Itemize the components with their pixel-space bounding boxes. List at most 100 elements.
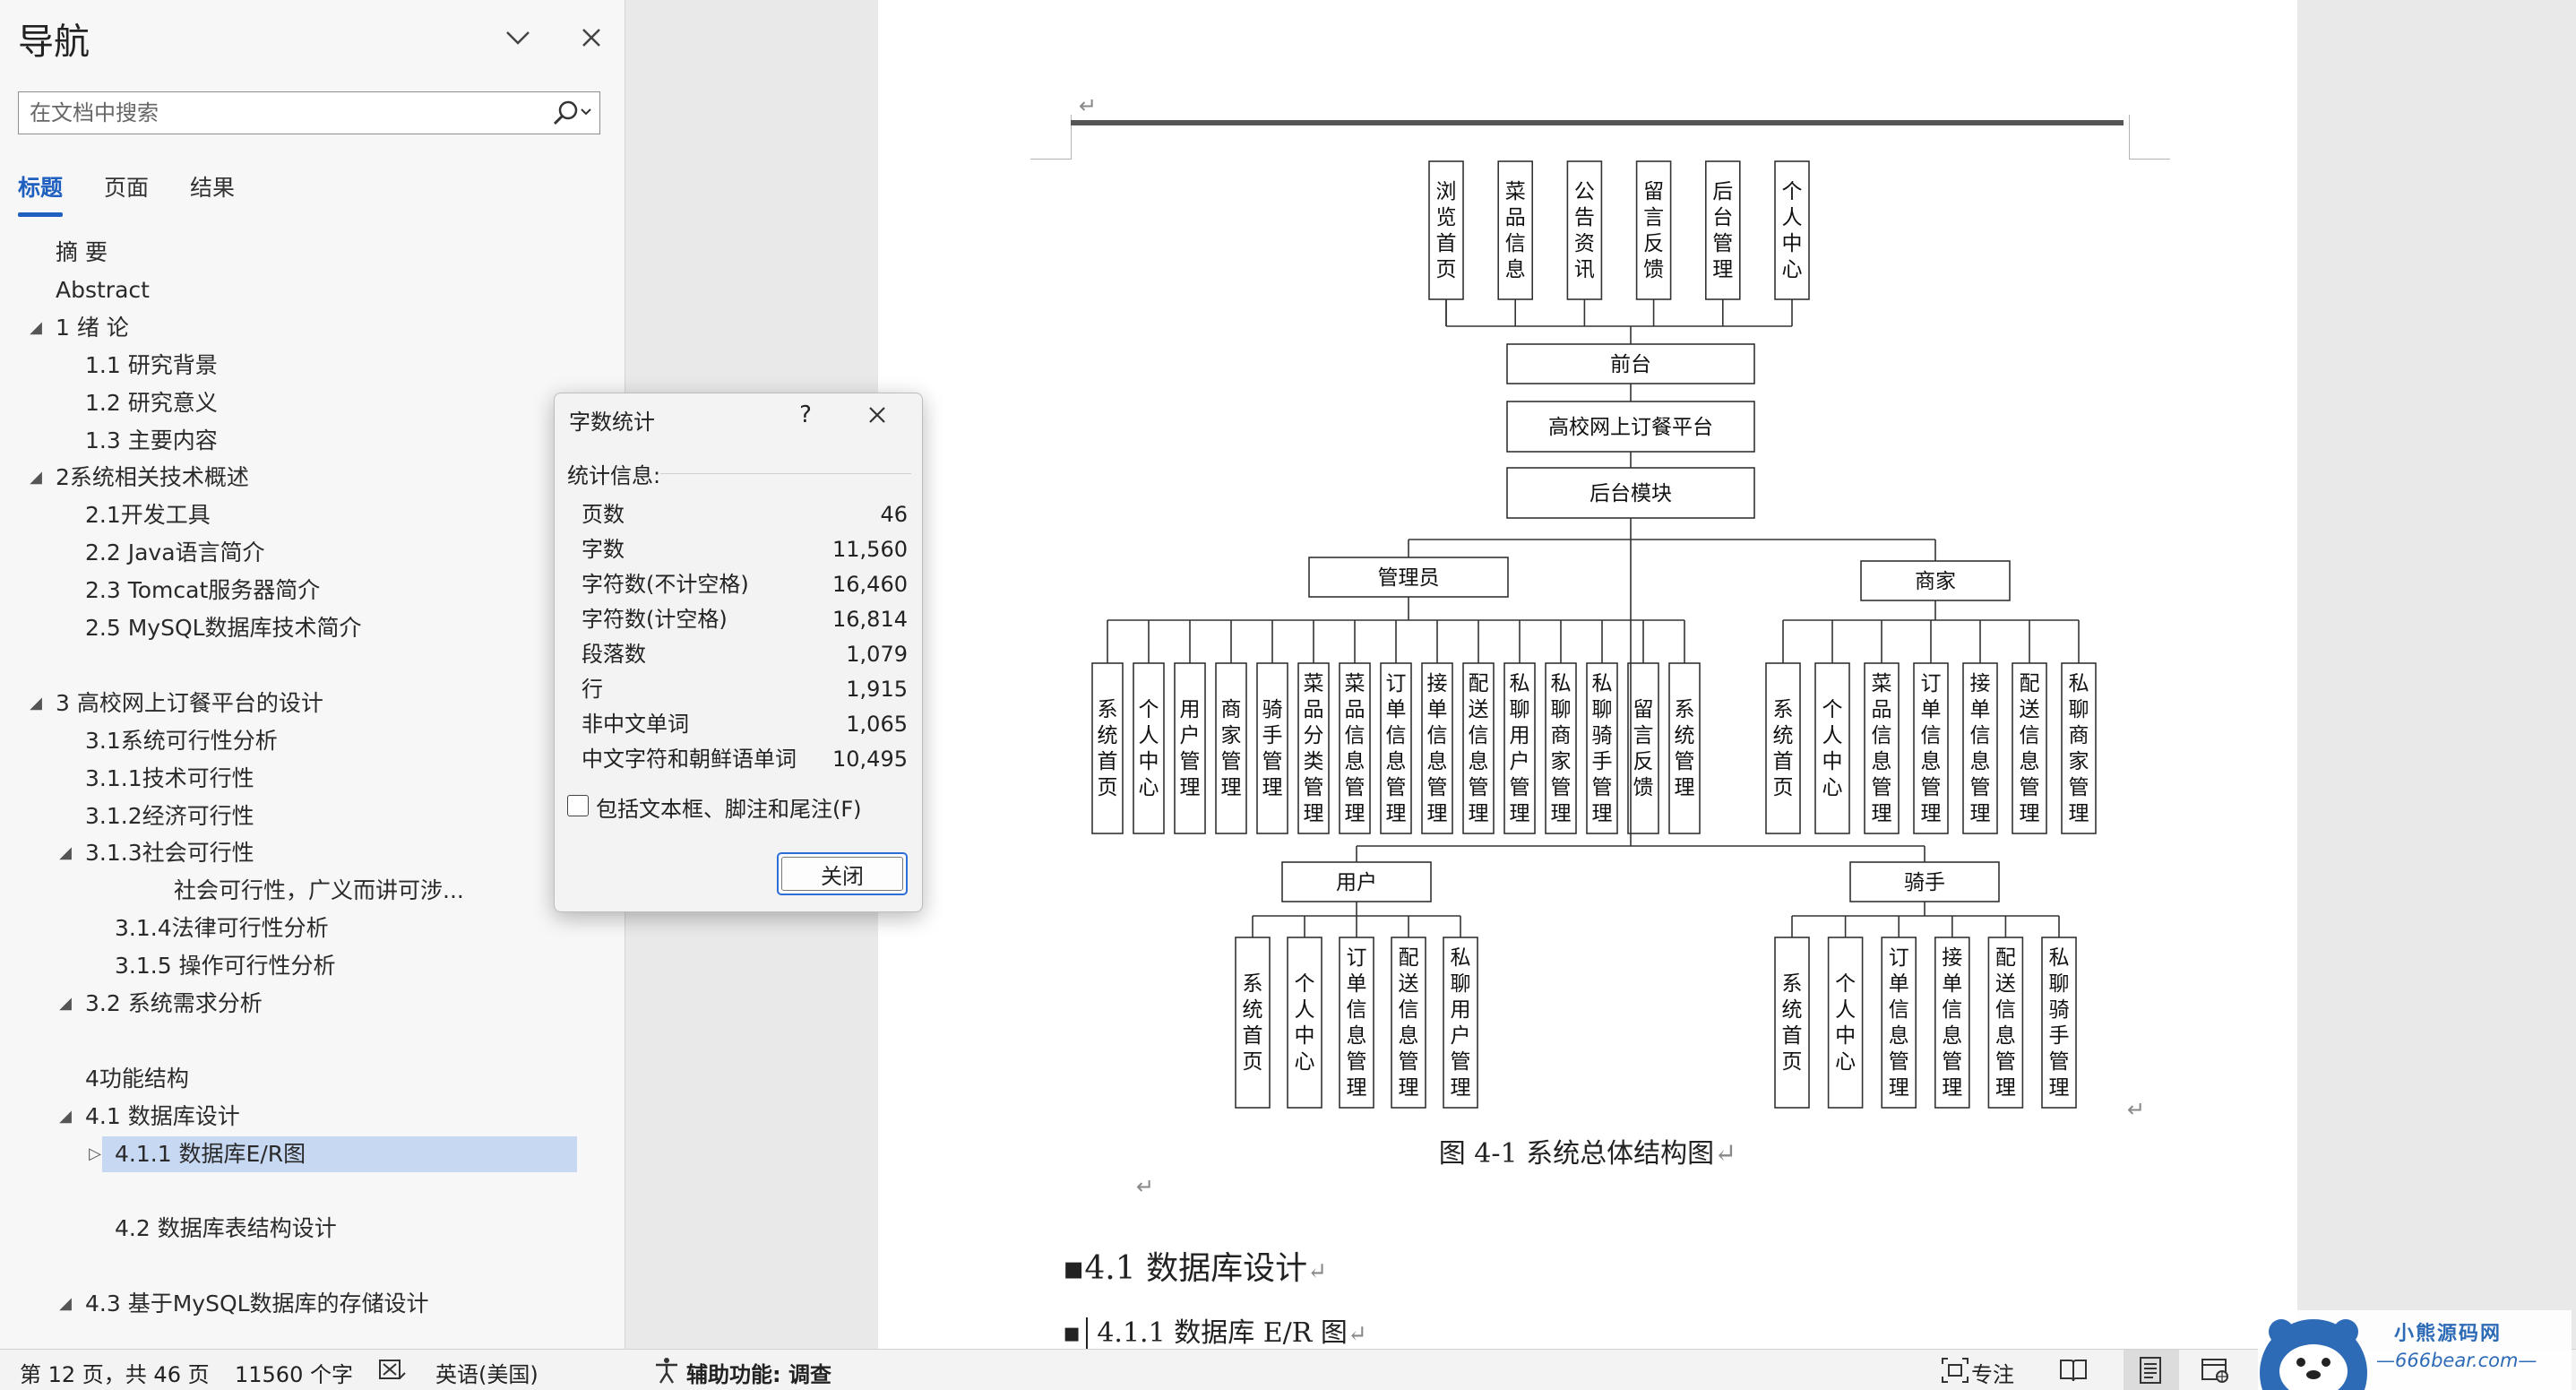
- frontend-box-label: 前台: [1610, 353, 1651, 376]
- outline-item[interactable]: 2.5 MySQL数据库技术简介: [85, 612, 362, 644]
- close-button[interactable]: 关闭: [777, 852, 908, 895]
- outline-item[interactable]: 3.1.2经济可行性: [85, 800, 254, 833]
- accessibility-icon[interactable]: [650, 1355, 683, 1386]
- word-count-indicator[interactable]: 11560 个字: [235, 1357, 353, 1388]
- admin-function-box: 系统首页: [1091, 662, 1124, 834]
- language-indicator[interactable]: 英语(美国): [435, 1357, 538, 1388]
- admin-function-box: 私聊用户管理: [1503, 662, 1536, 834]
- statistic-value: 1,079: [846, 642, 908, 667]
- outline-item[interactable]: 1.1 研究背景: [85, 350, 218, 382]
- outline-item[interactable]: 2.1开发工具: [85, 499, 211, 531]
- outline-item[interactable]: ◢ 3 高校网上订餐平台的设计: [30, 687, 323, 720]
- statistic-value: 10,495: [832, 747, 908, 772]
- statistic-row: 字符数(计空格) 16,814: [582, 602, 908, 636]
- statistic-row: 中文字符和朝鲜语单词 10,495: [582, 742, 908, 776]
- collapse-triangle-icon[interactable]: ◢: [27, 462, 45, 494]
- focus-mode-icon[interactable]: [1939, 1355, 1971, 1386]
- outline-item[interactable]: 1.2 研究意义: [85, 387, 218, 419]
- nav-search-input[interactable]: [19, 92, 521, 134]
- outline-item[interactable]: ◢ 4.1 数据库设计: [59, 1101, 240, 1133]
- accessibility-status[interactable]: 辅助功能: 调查: [686, 1357, 831, 1388]
- outline-item-label: 4.1 数据库设计: [85, 1102, 240, 1129]
- user-function-box: 订单信息管理: [1339, 937, 1374, 1109]
- collapse-triangle-icon[interactable]: ◢: [56, 988, 74, 1020]
- outline-item[interactable]: 4.2 数据库表结构设计: [115, 1213, 337, 1245]
- include-textboxes-checkbox[interactable]: [567, 795, 589, 816]
- admin-function-box: 菜品信息管理: [1339, 662, 1371, 834]
- watermark-url: —666bear.com—: [2376, 1350, 2537, 1371]
- tab-results[interactable]: 结果: [190, 170, 235, 203]
- dialog-close-icon[interactable]: [859, 397, 895, 433]
- paragraph-mark: ↵: [2127, 1097, 2146, 1122]
- outline-item-label: 2.3 Tomcat服务器简介: [85, 577, 321, 604]
- word-count-dialog: 字数统计 ? 统计信息: 页数 46 字数 11,560 字符数(不计空格) 16,460…: [554, 393, 923, 912]
- collapse-triangle-icon[interactable]: ◢: [56, 837, 74, 869]
- outline-item[interactable]: 摘 要: [56, 237, 108, 269]
- top-module-box: 留言反馈: [1635, 160, 1672, 300]
- outline-item-label: 1 绪 论: [56, 314, 129, 341]
- outline-item[interactable]: ▷ 4.1.1 数据库E/R图: [89, 1138, 306, 1170]
- heading-4-1-1: ▪ 4.1.1 数据库 E/R 图↵: [1063, 1317, 1367, 1349]
- read-mode-icon[interactable]: [2057, 1355, 2089, 1386]
- document-page[interactable]: ↵ 浏览首页 菜品信息 公告资讯 留言反馈 后台管理 个人中心 前台 高校网上订餐平台 后台模块…: [878, 0, 2297, 1349]
- paragraph-mark: ↵: [1714, 1138, 1737, 1170]
- admin-function-box: 系统管理: [1668, 662, 1701, 834]
- nav-options-chevron-icon[interactable]: [500, 20, 536, 56]
- section-divider: [660, 473, 911, 474]
- outline-item[interactable]: ◢ 1 绪 论: [30, 312, 129, 344]
- paragraph-mark: ↵: [1347, 1321, 1367, 1348]
- help-icon[interactable]: ?: [788, 397, 823, 433]
- outline-item[interactable]: 2.2 Java语言简介: [85, 537, 265, 569]
- admin-function-box: 配送信息管理: [1462, 662, 1495, 834]
- outline-item[interactable]: 社会可行性，广义而讲可涉...: [174, 875, 464, 907]
- outline-item[interactable]: ◢ 4.3 基于MySQL数据库的存储设计: [59, 1288, 428, 1320]
- outline-item-label: 3.1.1技术可行性: [85, 764, 254, 791]
- outline-item[interactable]: 1.3 主要内容: [85, 425, 218, 457]
- web-layout-icon[interactable]: [2199, 1355, 2231, 1386]
- statistic-value: 16,814: [832, 607, 908, 632]
- statistic-row: 页数 46: [582, 497, 908, 531]
- rider-function-box: 订单信息管理: [1881, 937, 1917, 1109]
- merchant-function-box: 私聊商家管理: [2061, 662, 2097, 834]
- outline-item-label: 2.1开发工具: [85, 502, 211, 529]
- outline-item-label: 摘 要: [56, 239, 108, 265]
- outline-item-label: 社会可行性，广义而讲可涉...: [174, 877, 464, 904]
- statistic-label: 字数: [582, 537, 625, 562]
- outline-item[interactable]: 2.3 Tomcat服务器简介: [85, 574, 320, 607]
- statistic-label: 页数: [582, 502, 625, 527]
- merchant-function-box: 个人中心: [1814, 662, 1850, 834]
- nav-close-icon[interactable]: [573, 20, 609, 56]
- admin-function-box: 订单信息管理: [1380, 662, 1412, 834]
- outline-item[interactable]: Abstract: [56, 274, 150, 306]
- admin-function-box: 私聊商家管理: [1545, 662, 1577, 834]
- merchant-function-box: 接单信息管理: [1962, 662, 1998, 834]
- outline-item[interactable]: ◢ 2系统相关技术概述: [30, 462, 249, 494]
- print-layout-icon[interactable]: [2134, 1355, 2167, 1386]
- collapse-triangle-icon[interactable]: ◢: [27, 312, 45, 344]
- admin-box: 管理员: [1308, 557, 1509, 598]
- page-indicator[interactable]: 第 12 页，共 46 页: [20, 1357, 210, 1388]
- tab-pages[interactable]: 页面: [104, 170, 149, 203]
- outline-item[interactable]: ◢ 3.2 系统需求分析: [59, 988, 263, 1020]
- dialog-title: 字数统计: [569, 410, 655, 435]
- statistic-value: 16,460: [832, 572, 908, 597]
- outline-item[interactable]: ◢ 3.1.3社会可行性: [59, 837, 254, 869]
- focus-mode-label[interactable]: 专注: [1971, 1357, 2014, 1388]
- outline-item-label: 4.2 数据库表结构设计: [115, 1215, 337, 1242]
- outline-item[interactable]: 3.1.5 操作可行性分析: [115, 950, 336, 982]
- proofing-icon[interactable]: [376, 1355, 409, 1386]
- outline-item[interactable]: 4功能结构: [85, 1063, 189, 1095]
- statistic-value: 11,560: [832, 537, 908, 562]
- tab-headings[interactable]: 标题: [18, 170, 63, 203]
- rider-function-box: 私聊骑手管理: [2041, 937, 2077, 1109]
- collapse-triangle-icon[interactable]: ◢: [27, 687, 45, 720]
- search-icon[interactable]: [546, 96, 594, 130]
- outline-item-label: 4功能结构: [85, 1065, 189, 1092]
- collapse-triangle-icon[interactable]: ◢: [56, 1288, 74, 1320]
- expand-triangle-icon[interactable]: ▷: [86, 1138, 104, 1170]
- collapse-triangle-icon[interactable]: ◢: [56, 1101, 74, 1133]
- top-module-box: 后台管理: [1704, 160, 1741, 300]
- outline-item[interactable]: 3.1系统可行性分析: [85, 725, 278, 757]
- outline-item[interactable]: 3.1.1技术可行性: [85, 763, 254, 795]
- outline-item[interactable]: 3.1.4法律可行性分析: [115, 912, 329, 945]
